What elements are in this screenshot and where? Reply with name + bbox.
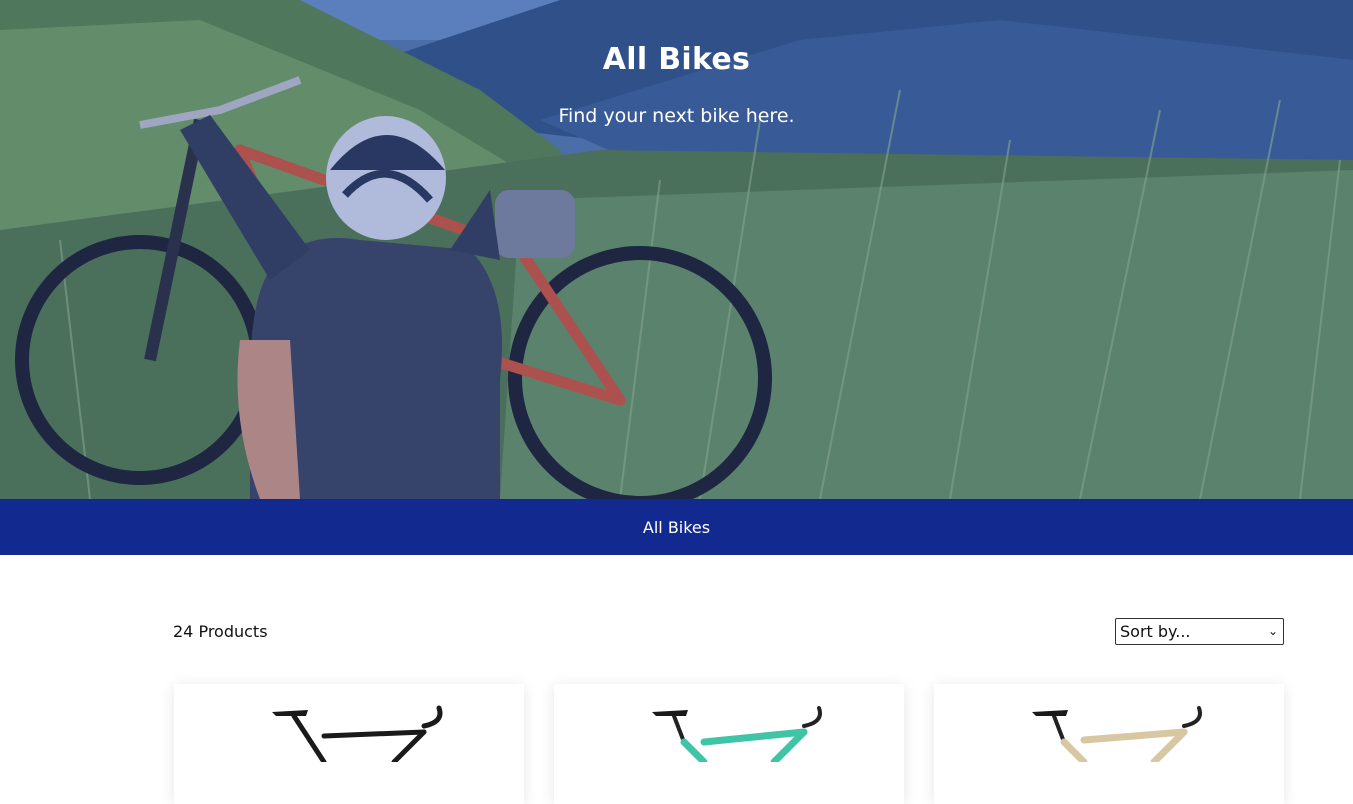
product-card[interactable]: [554, 684, 904, 804]
product-image: [652, 706, 822, 762]
product-count: 24 Products: [173, 621, 268, 641]
product-image: [272, 705, 443, 762]
product-grid: [174, 684, 1284, 804]
sort-dropdown[interactable]: Sort by... ⌄: [1115, 617, 1284, 645]
nav-link-all-bikes[interactable]: All Bikes: [643, 518, 710, 537]
page-subtitle: Find your next bike here.: [558, 105, 795, 127]
product-image: [1032, 706, 1202, 762]
product-toolbar: 24 Products Sort by... ⌄: [173, 617, 1284, 645]
sort-selected-value: Sort by...: [1120, 621, 1191, 641]
category-nav: All Bikes: [0, 499, 1353, 555]
hero-banner: All Bikes Find your next bike here.: [0, 0, 1353, 499]
page-title: All Bikes: [602, 42, 751, 77]
product-card[interactable]: [174, 684, 524, 804]
product-card[interactable]: [934, 684, 1284, 804]
chevron-down-icon: ⌄: [1267, 624, 1278, 638]
